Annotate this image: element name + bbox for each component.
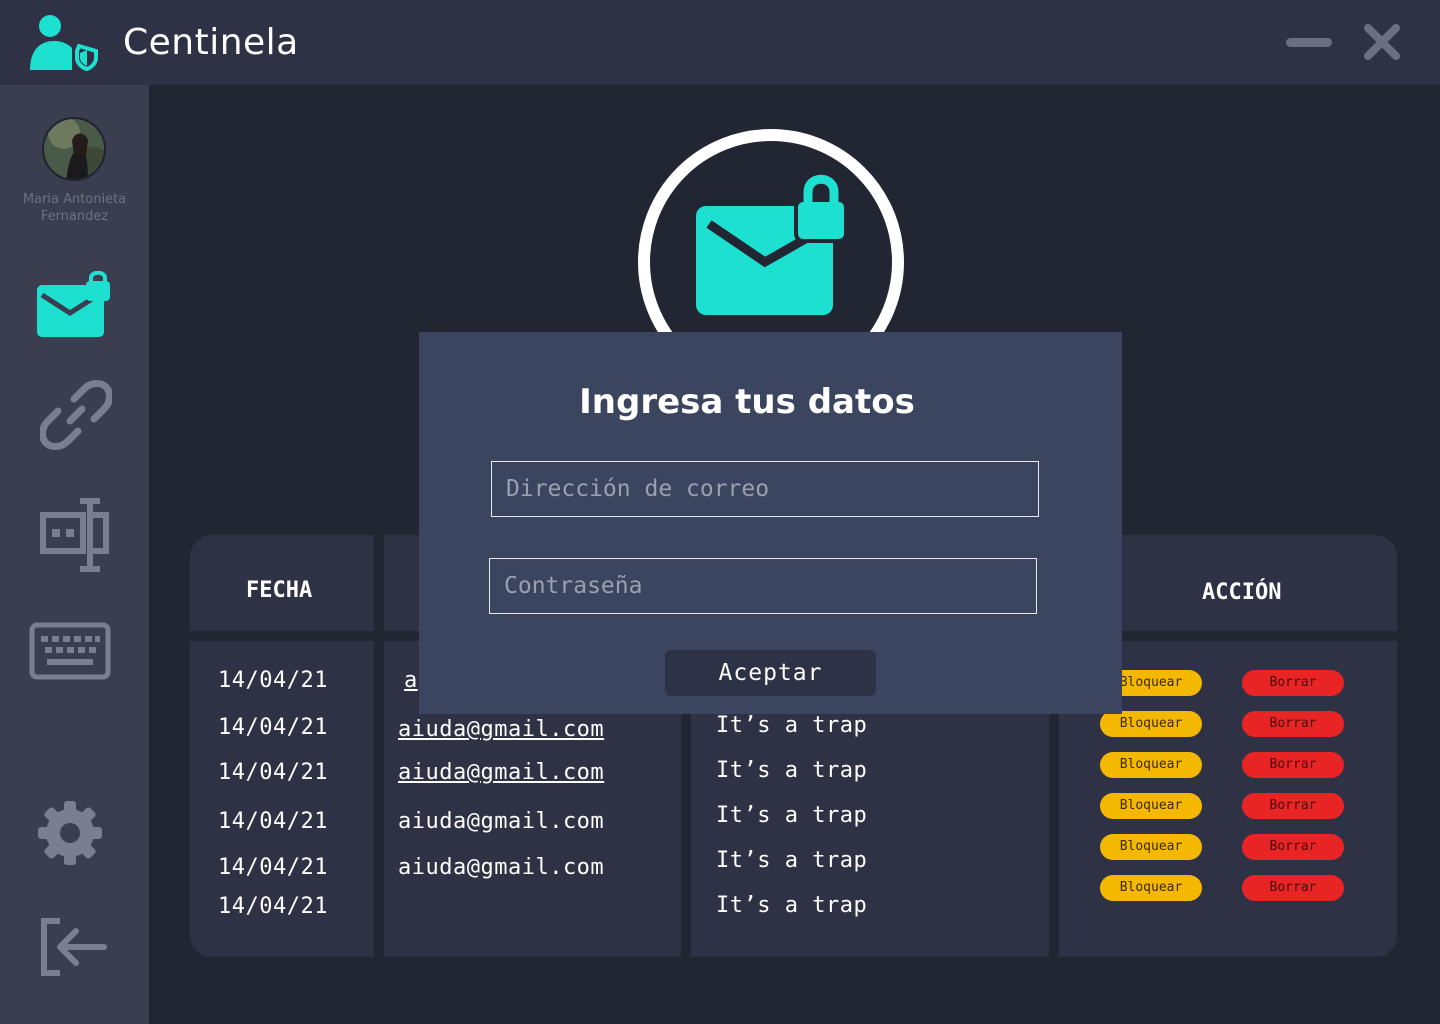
user-shield-logo-icon xyxy=(30,15,98,72)
table-cell-fecha: 14/04/21 xyxy=(218,855,328,880)
delete-button[interactable]: Borrar xyxy=(1242,711,1344,737)
table-cell-email-link[interactable]: aiuda@gmail.com xyxy=(398,760,604,785)
link-icon[interactable] xyxy=(40,379,112,451)
block-button[interactable]: Bloquear xyxy=(1100,793,1202,819)
modal-title: Ingresa tus datos xyxy=(579,382,915,422)
logout-icon[interactable] xyxy=(40,917,108,977)
table-cell-email-link[interactable]: a xyxy=(404,668,418,693)
user-name: Maria Antonieta Fernandez xyxy=(22,192,127,224)
table-cell-subject: It’s a trap xyxy=(716,893,868,918)
block-button[interactable]: Bloquear xyxy=(1100,834,1202,860)
email-field[interactable] xyxy=(491,461,1039,517)
table-cell-email-link[interactable]: aiuda@gmail.com xyxy=(398,717,604,742)
delete-button[interactable]: Borrar xyxy=(1242,793,1344,819)
sidebar: Maria Antonieta Fernandez xyxy=(0,85,149,1024)
accept-button[interactable]: Aceptar xyxy=(665,650,876,696)
mail-lock-icon[interactable] xyxy=(36,271,112,339)
keyboard-icon[interactable] xyxy=(29,622,111,680)
delete-button[interactable]: Borrar xyxy=(1242,834,1344,860)
delete-button[interactable]: Borrar xyxy=(1242,670,1344,696)
table-cell-subject: It’s a trap xyxy=(716,758,868,783)
block-button[interactable]: Bloquear xyxy=(1100,875,1202,901)
table-cell-subject: It’s a trap xyxy=(716,713,868,738)
table-cell-fecha: 14/04/21 xyxy=(218,809,328,834)
title-bar: Centinela xyxy=(0,0,1440,85)
table-cell-subject: It’s a trap xyxy=(716,803,868,828)
table-cell-fecha: 14/04/21 xyxy=(218,715,328,740)
gear-icon[interactable] xyxy=(36,799,104,867)
avatar[interactable] xyxy=(42,117,106,181)
login-modal: Ingresa tus datos Aceptar xyxy=(419,332,1122,714)
delete-button[interactable]: Borrar xyxy=(1242,752,1344,778)
column-divider xyxy=(374,535,384,957)
block-button[interactable]: Bloquear xyxy=(1100,752,1202,778)
table-cell-email: aiuda@gmail.com xyxy=(398,809,605,834)
app-title: Centinela xyxy=(123,22,299,63)
block-button[interactable]: Bloquear xyxy=(1100,711,1202,737)
password-field[interactable] xyxy=(489,558,1037,614)
network-icon[interactable] xyxy=(40,495,112,575)
table-cell-fecha: 14/04/21 xyxy=(218,894,328,919)
table-cell-subject: It’s a trap xyxy=(716,848,868,873)
delete-button[interactable]: Borrar xyxy=(1242,875,1344,901)
table-cell-email: aiuda@gmail.com xyxy=(398,855,605,880)
header-accion: ACCIÓN xyxy=(1202,580,1282,605)
minimize-button[interactable] xyxy=(1286,38,1332,47)
header-fecha: FECHA xyxy=(246,578,313,603)
table-cell-fecha: 14/04/21 xyxy=(218,760,328,785)
close-window-icon[interactable] xyxy=(1362,22,1402,62)
table-cell-fecha: 14/04/21 xyxy=(218,668,328,693)
